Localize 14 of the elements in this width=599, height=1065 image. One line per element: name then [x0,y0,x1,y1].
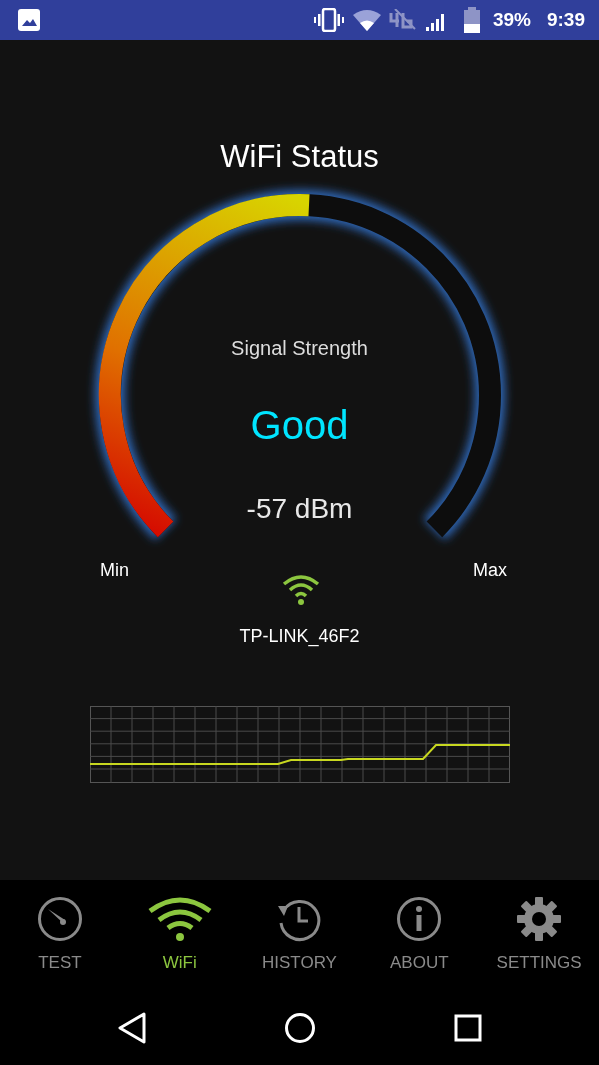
battery-percentage: 39% [492,7,531,32]
nav-tab[interactable]: HISTORY [239,894,360,976]
clock: 9:39 [546,7,585,32]
gauge-label: Signal Strength [231,337,368,359]
nav-tab[interactable]: SETTINGS [479,894,599,976]
signal-reading: -57 dBm [246,493,353,524]
nav-tab[interactable]: WiFi [119,894,240,976]
network-name: TP-LINK_46F2 [239,626,360,646]
min-label: Min [100,559,129,581]
nav-tab[interactable]: ABOUT [359,894,480,976]
signal-quality: Good [250,403,349,447]
max-label: Max [473,559,507,581]
nav-tab[interactable]: TEST [0,894,120,976]
screen-title: WiFi Status [220,139,379,174]
